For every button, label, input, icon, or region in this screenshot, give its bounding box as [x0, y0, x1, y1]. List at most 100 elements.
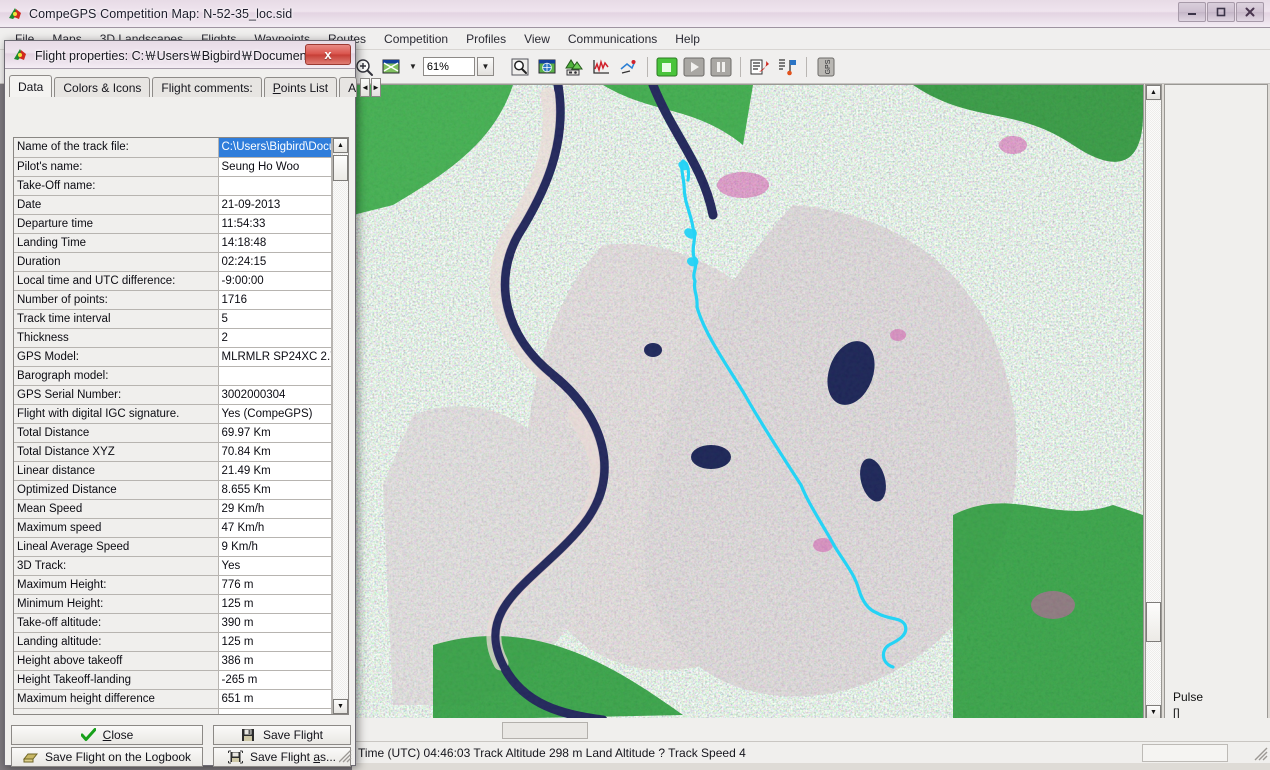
property-value[interactable]: 8.655 Km: [218, 480, 332, 500]
table-row[interactable]: Duration 02:24:15: [14, 252, 332, 272]
maximize-button[interactable]: [1207, 2, 1235, 22]
table-row[interactable]: Total Distance XYZ 70.84 Km: [14, 442, 332, 462]
table-row[interactable]: Pilot's name: Seung Ho Woo: [14, 157, 332, 177]
property-value[interactable]: Yes (CompeGPS): [218, 404, 332, 424]
gps-device-icon[interactable]: GPS: [814, 55, 838, 79]
property-value[interactable]: [218, 176, 332, 196]
property-value[interactable]: 3002000304: [218, 385, 332, 405]
table-row[interactable]: GPS Model: MLRMLR SP24XC 2.7: [14, 347, 332, 367]
zoom-level-combo[interactable]: 61%: [422, 57, 475, 76]
grid-vscroll-track[interactable]: [333, 154, 348, 698]
close-button[interactable]: [1236, 2, 1264, 22]
table-row[interactable]: Height above takeoff 386 m: [14, 651, 332, 671]
tab-data[interactable]: Data: [9, 75, 53, 97]
property-value[interactable]: -265 m: [218, 670, 332, 690]
globe-map-icon[interactable]: [535, 55, 559, 79]
property-value[interactable]: [218, 708, 332, 714]
save-flight-logbook-button[interactable]: Save Flight on the Logbook: [11, 747, 203, 767]
pause-button-icon[interactable]: [709, 55, 733, 79]
minimize-button[interactable]: [1178, 2, 1206, 22]
zoom-level-dropdown-arrow[interactable]: ▼: [476, 57, 494, 76]
graph-chart-icon[interactable]: [589, 55, 613, 79]
table-row[interactable]: Minimum Height: 125 m: [14, 594, 332, 614]
property-value[interactable]: [218, 366, 332, 386]
table-row[interactable]: 3D Track: Yes: [14, 556, 332, 576]
tab-advanced[interactable]: Advan: [339, 77, 358, 97]
table-row[interactable]: Number of points: 1716: [14, 290, 332, 310]
menu-item-help[interactable]: Help: [666, 30, 709, 48]
property-value[interactable]: 11:54:33: [218, 214, 332, 234]
map-window-icon[interactable]: [379, 55, 403, 79]
property-value[interactable]: 21-09-2013: [218, 195, 332, 215]
dropdown-caret-icon[interactable]: ▼: [406, 62, 420, 71]
map-scroll-up-arrow[interactable]: ▲: [1146, 85, 1161, 100]
property-value[interactable]: 1716: [218, 290, 332, 310]
grid-scroll-down-arrow[interactable]: ▼: [333, 699, 348, 714]
property-value[interactable]: -9:00:00: [218, 271, 332, 291]
play-button-icon[interactable]: [682, 55, 706, 79]
tab-flight-comments[interactable]: Flight comments:: [152, 77, 262, 97]
table-row[interactable]: Departure time 11:54:33: [14, 214, 332, 234]
tab-scroll-left-button[interactable]: ◄: [360, 78, 371, 97]
grid-vertical-scrollbar[interactable]: ▲ ▼: [332, 138, 348, 714]
property-value[interactable]: 2: [218, 328, 332, 348]
menu-item-communications[interactable]: Communications: [559, 30, 666, 48]
table-row[interactable]: Take-Off name:: [14, 176, 332, 196]
table-row[interactable]: Flight with digital IGC signature. Yes (C…: [14, 404, 332, 424]
table-row[interactable]: Take-off altitude: 390 m: [14, 613, 332, 633]
table-row[interactable]: Height Takeoff-landing -265 m: [14, 670, 332, 690]
save-flight-button[interactable]: Save Flight: [213, 725, 351, 745]
property-value[interactable]: 02:24:15: [218, 252, 332, 272]
grid-scroll-up-arrow[interactable]: ▲: [333, 138, 348, 153]
dialog-close-button[interactable]: x: [305, 44, 351, 65]
tab-scroll-right-button[interactable]: ►: [371, 78, 381, 97]
property-value[interactable]: 5: [218, 309, 332, 329]
grid-vscroll-thumb[interactable]: [333, 155, 348, 181]
property-value[interactable]: MLRMLR SP24XC 2.7: [218, 347, 332, 367]
table-row[interactable]: Barograph model:: [14, 366, 332, 386]
table-row[interactable]: Date 21-09-2013: [14, 195, 332, 215]
dialog-resize-grip[interactable]: [338, 749, 352, 763]
table-row[interactable]: GPS Serial Number: 3002000304: [14, 385, 332, 405]
close-button[interactable]: Close: [11, 725, 203, 745]
table-row[interactable]: Track time interval 5: [14, 309, 332, 329]
magnifier-icon[interactable]: [508, 55, 532, 79]
table-row[interactable]: Maximum height difference 651 m: [14, 689, 332, 709]
table-row[interactable]: Thickness 2: [14, 328, 332, 348]
table-row[interactable]: Optimized Distance 8.655 Km: [14, 480, 332, 500]
table-row[interactable]: Landing altitude: 125 m: [14, 632, 332, 652]
property-value[interactable]: 47 Km/h: [218, 518, 332, 538]
flight-properties-grid[interactable]: Name of the track file: C:\Users\Bigbird\…: [13, 137, 349, 715]
tab-points-list[interactable]: Points List: [263, 77, 338, 97]
track-tool-icon[interactable]: [616, 55, 640, 79]
map-viewport[interactable]: [352, 84, 1144, 721]
stop-button-icon[interactable]: [655, 55, 679, 79]
menu-item-profiles[interactable]: Profiles: [457, 30, 515, 48]
window-resize-grip[interactable]: [1254, 747, 1268, 761]
table-row[interactable]: Linear distance 21.49 Km: [14, 461, 332, 481]
table-row[interactable]: [14, 708, 332, 714]
map-vscroll-thumb[interactable]: [1146, 602, 1161, 642]
property-value[interactable]: 390 m: [218, 613, 332, 633]
property-value[interactable]: 29 Km/h: [218, 499, 332, 519]
table-row[interactable]: Landing Time 14:18:48: [14, 233, 332, 253]
map-vertical-scrollbar[interactable]: ▲ ▼: [1145, 84, 1162, 721]
table-row[interactable]: Name of the track file: C:\Users\Bigbird\…: [14, 138, 332, 158]
table-row[interactable]: Maximum speed 47 Km/h: [14, 518, 332, 538]
table-row[interactable]: Maximum Height: 776 m: [14, 575, 332, 595]
property-value[interactable]: 14:18:48: [218, 233, 332, 253]
property-value[interactable]: 9 Km/h: [218, 537, 332, 557]
property-value[interactable]: C:\Users\Bigbird\Docu: [218, 138, 332, 158]
menu-item-competition[interactable]: Competition: [375, 30, 457, 48]
dialog-title-bar[interactable]: Flight properties: C:￦Users￦Bigbird￦Docu…: [5, 41, 355, 69]
property-value[interactable]: Seung Ho Woo: [218, 157, 332, 177]
grid-scroll-area[interactable]: Name of the track file: C:\Users\Bigbird\…: [14, 138, 332, 714]
flight-log-icon[interactable]: [748, 55, 772, 79]
satellite-map-image[interactable]: [353, 85, 1143, 720]
property-value[interactable]: 125 m: [218, 632, 332, 652]
landscape-3d-icon[interactable]: [562, 55, 586, 79]
property-value[interactable]: 70.84 Km: [218, 442, 332, 462]
waypoint-flag-icon[interactable]: [775, 55, 799, 79]
property-value[interactable]: 386 m: [218, 651, 332, 671]
save-flight-as-button[interactable]: Save Flight as...: [213, 747, 351, 767]
